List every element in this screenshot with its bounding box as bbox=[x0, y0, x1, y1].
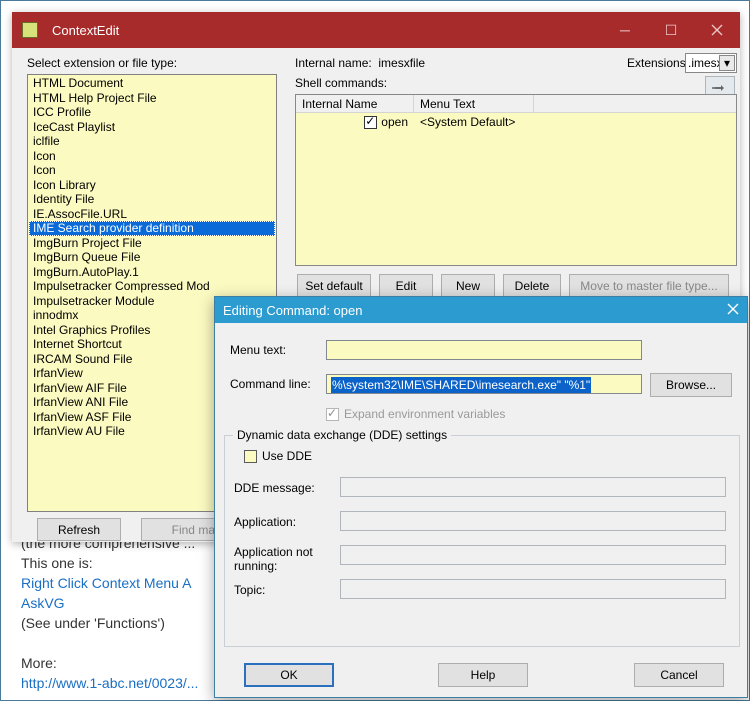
titlebar[interactable]: ContextEdit ─ ☐ bbox=[12, 12, 740, 48]
cancel-button[interactable]: Cancel bbox=[634, 663, 724, 687]
expand-env-checkbox: Expand environment variables bbox=[326, 407, 505, 421]
dde-message-label: DDE message: bbox=[234, 481, 315, 495]
dialog-titlebar[interactable]: Editing Command: open bbox=[215, 297, 747, 323]
dialog-title: Editing Command: open bbox=[223, 303, 727, 318]
move-to-master-button[interactable]: Move to master file type... bbox=[569, 274, 729, 297]
command-line-value: %\system32\IME\SHARED\imesearch.exe" "%1… bbox=[331, 377, 591, 393]
list-item[interactable]: ICC Profile bbox=[29, 105, 275, 120]
bg-text: More: bbox=[21, 655, 198, 671]
menu-text-label: Menu text: bbox=[230, 343, 286, 357]
extension-list-label: Select extension or file type: bbox=[27, 56, 177, 70]
ok-button[interactable]: OK bbox=[244, 663, 334, 687]
minimize-button[interactable]: ─ bbox=[602, 12, 648, 48]
app-icon bbox=[22, 22, 38, 38]
set-default-button[interactable]: Set default bbox=[297, 274, 371, 297]
list-item[interactable]: ImgBurn Queue File bbox=[29, 250, 275, 265]
shell-buttons-row: Set default Edit New Delete Move to mast… bbox=[297, 274, 729, 297]
extensions-value: .imesx bbox=[688, 56, 723, 70]
list-item[interactable]: Impulsetracker Compressed Mod bbox=[29, 279, 275, 294]
help-button[interactable]: Help bbox=[438, 663, 528, 687]
editing-command-dialog: Editing Command: open Menu text: Command… bbox=[214, 296, 748, 698]
shell-commands-label: Shell commands: bbox=[295, 76, 387, 90]
browse-button[interactable]: Browse... bbox=[650, 373, 732, 397]
edit-button[interactable]: Edit bbox=[379, 274, 433, 297]
dde-group: Dynamic data exchange (DDE) settings bbox=[224, 435, 740, 647]
col-internal-name[interactable]: Internal Name bbox=[296, 95, 414, 112]
bg-link[interactable]: Right Click Context Menu A bbox=[21, 575, 191, 591]
use-dde-checkbox[interactable]: Use DDE bbox=[244, 449, 312, 463]
list-item[interactable]: ImgBurn.AutoPlay.1 bbox=[29, 265, 275, 280]
dialog-close-button[interactable] bbox=[727, 303, 739, 318]
list-item[interactable]: Identity File bbox=[29, 192, 275, 207]
checkbox-icon bbox=[326, 408, 339, 421]
bg-text: (See under 'Functions') bbox=[21, 615, 198, 631]
grid-header: Internal Name Menu Text bbox=[296, 95, 736, 113]
topic-input[interactable] bbox=[340, 579, 726, 599]
row-checkbox[interactable] bbox=[364, 116, 377, 129]
cell-internal-name: open bbox=[381, 115, 408, 129]
dde-group-label: Dynamic data exchange (DDE) settings bbox=[233, 428, 451, 442]
list-item[interactable]: IE.AssocFile.URL bbox=[29, 207, 275, 222]
chevron-down-icon: ▾ bbox=[719, 55, 735, 71]
internal-name-label: Internal name: imesxfile bbox=[295, 56, 425, 70]
close-icon bbox=[727, 303, 739, 315]
list-item[interactable]: iclfile bbox=[29, 134, 275, 149]
list-item[interactable]: Icon Library bbox=[29, 178, 275, 193]
application-input[interactable] bbox=[340, 511, 726, 531]
bg-text: This one is: bbox=[21, 555, 198, 571]
checkbox-icon bbox=[244, 450, 257, 463]
list-item[interactable]: HTML Document bbox=[29, 76, 275, 91]
delete-button[interactable]: Delete bbox=[503, 274, 561, 297]
window-title: ContextEdit bbox=[52, 23, 602, 38]
list-item[interactable]: IME Search provider definition bbox=[29, 221, 275, 236]
list-item[interactable]: ImgBurn Project File bbox=[29, 236, 275, 251]
command-line-label: Command line: bbox=[230, 377, 311, 391]
table-row[interactable]: open <System Default> bbox=[296, 113, 736, 131]
internal-name-value: imesxfile bbox=[378, 56, 425, 70]
bg-link[interactable]: http://www.1-abc.net/0023/... bbox=[21, 675, 198, 691]
dde-message-input[interactable] bbox=[340, 477, 726, 497]
col-menu-text[interactable]: Menu Text bbox=[414, 95, 534, 112]
application-label: Application: bbox=[234, 515, 296, 529]
shell-commands-grid[interactable]: Internal Name Menu Text open <System Def… bbox=[295, 94, 737, 266]
app-not-running-label: Application not running: bbox=[234, 545, 334, 573]
list-item[interactable]: IceCast Playlist bbox=[29, 120, 275, 135]
bg-link[interactable]: AskVG bbox=[21, 595, 65, 611]
list-item[interactable]: Icon bbox=[29, 149, 275, 164]
topic-label: Topic: bbox=[234, 583, 265, 597]
app-not-running-input[interactable] bbox=[340, 545, 726, 565]
menu-text-input[interactable] bbox=[326, 340, 642, 360]
extensions-label: Extensions: bbox=[627, 56, 689, 70]
refresh-button[interactable]: Refresh bbox=[37, 518, 121, 541]
list-item[interactable]: HTML Help Project File bbox=[29, 91, 275, 106]
list-item[interactable]: Icon bbox=[29, 163, 275, 178]
cell-menu-text: <System Default> bbox=[414, 114, 574, 130]
new-button[interactable]: New bbox=[441, 274, 495, 297]
col-blank bbox=[534, 95, 736, 112]
close-button[interactable] bbox=[694, 12, 740, 48]
maximize-button[interactable]: ☐ bbox=[648, 12, 694, 48]
dialog-client: Menu text: Command line: %\system32\IME\… bbox=[216, 323, 746, 696]
command-line-input[interactable]: %\system32\IME\SHARED\imesearch.exe" "%1… bbox=[326, 374, 642, 394]
close-icon bbox=[711, 24, 723, 36]
pushpin-icon bbox=[712, 82, 728, 94]
extensions-select[interactable]: .imesx ▾ bbox=[685, 53, 737, 73]
